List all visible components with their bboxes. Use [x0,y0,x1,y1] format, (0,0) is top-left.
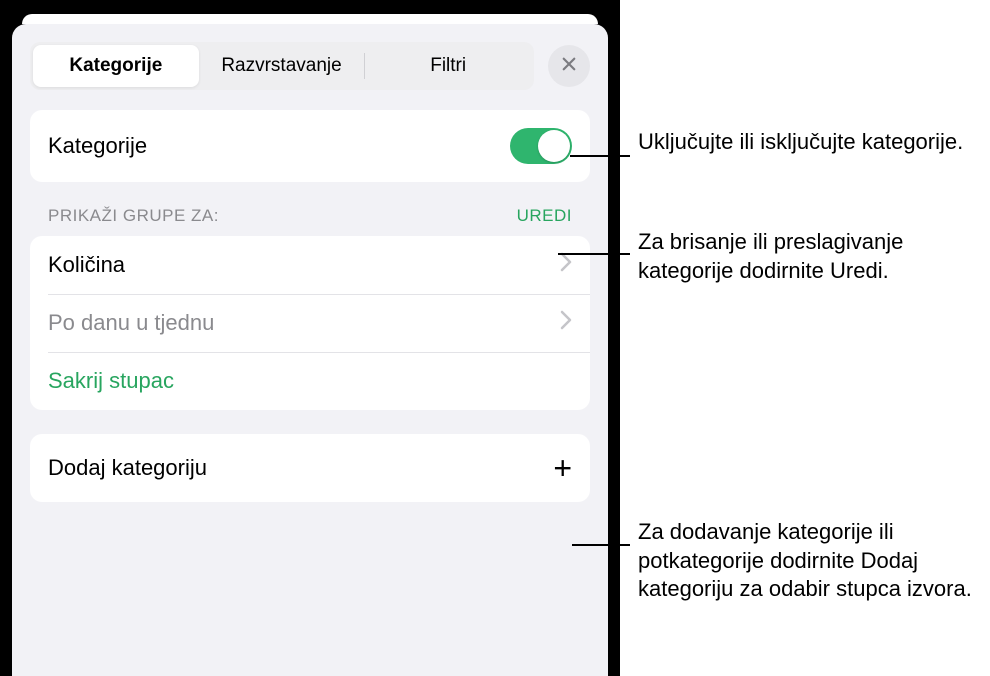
chevron-right-icon [560,252,572,278]
group-row-1[interactable]: Po danu u tjednu [30,294,590,352]
hide-column-row[interactable]: Sakrij stupac [30,352,590,410]
group-row-0[interactable]: Količina [30,236,590,294]
add-category-label: Dodaj kategoriju [48,455,207,481]
add-category-row[interactable]: Dodaj kategoriju + [30,434,590,502]
toggle-label: Kategorije [48,133,147,159]
group-label: Po danu u tjednu [48,310,214,336]
add-category-card: Dodaj kategoriju + [30,434,590,502]
sheet-top-row: Kategorije Razvrstavanje Filtri [30,42,590,90]
callout-edit: Za brisanje ili preslagivanje kategorije… [638,228,983,285]
callout-line [572,544,630,546]
close-button[interactable] [548,45,590,87]
group-label: Količina [48,252,125,278]
categories-toggle-row[interactable]: Kategorije [30,110,590,182]
hide-column-label: Sakrij stupac [48,368,174,394]
device-frame: Kategorije Razvrstavanje Filtri Kategori… [0,0,620,676]
callout-toggle: Uključujte ili isključujte kategorije. [638,128,963,157]
tab-categories[interactable]: Kategorije [33,45,199,87]
plus-icon: + [553,452,572,484]
chevron-right-icon [560,310,572,336]
sheet-background-stack [22,14,598,24]
categories-sheet: Kategorije Razvrstavanje Filtri Kategori… [12,24,608,676]
categories-toggle-card: Kategorije [30,110,590,182]
callout-line [558,253,630,255]
groups-section-header: PRIKAŽI GRUPE ZA: UREDI [30,206,590,236]
tab-sorting[interactable]: Razvrstavanje [199,45,365,87]
segmented-control[interactable]: Kategorije Razvrstavanje Filtri [30,42,534,90]
edit-button[interactable]: UREDI [517,206,572,226]
tab-filters[interactable]: Filtri [365,45,531,87]
close-icon [560,55,578,78]
groups-section-label: PRIKAŽI GRUPE ZA: [48,206,219,226]
callout-line [570,155,630,157]
callout-add: Za dodavanje kategorije ili potkategorij… [638,518,983,604]
groups-list-card: Količina Po danu u tjednu Sakrij stupac [30,236,590,410]
categories-toggle[interactable] [510,128,572,164]
